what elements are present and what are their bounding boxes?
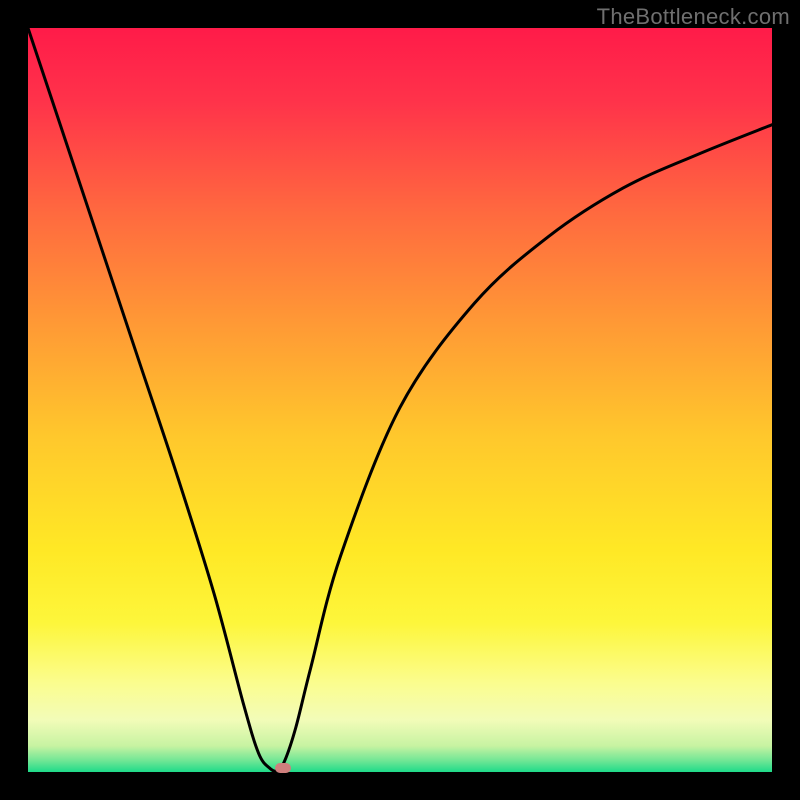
bottleneck-curve (28, 28, 772, 772)
optimal-point-marker (275, 763, 291, 773)
watermark: TheBottleneck.com (597, 4, 790, 30)
chart-frame (28, 28, 772, 772)
